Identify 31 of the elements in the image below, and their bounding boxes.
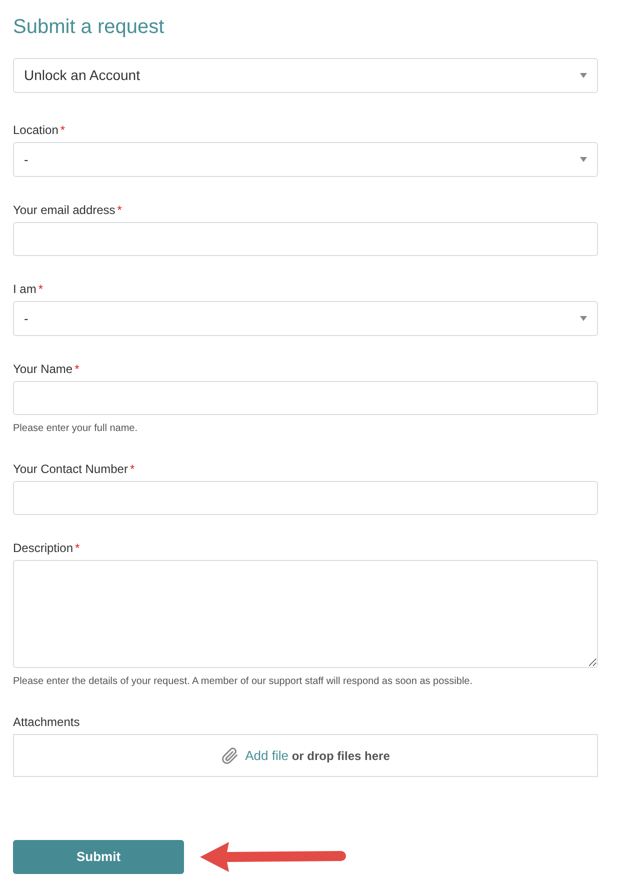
add-file-link[interactable]: Add file [245, 748, 288, 763]
page-title: Submit a request [13, 15, 166, 40]
field-label: Attachments [13, 714, 80, 731]
field-label: Your Name [13, 361, 73, 378]
input-field[interactable] [13, 222, 598, 256]
field-hint: Please enter your full name. [13, 422, 139, 436]
field-label: Description [13, 540, 74, 557]
caret-icon [580, 157, 587, 162]
field-label: Your email address [13, 202, 116, 219]
file-drop-zone[interactable]: Add file or drop files here [13, 734, 598, 777]
select-field[interactable]: Unlock an Account [13, 58, 598, 93]
field-label: Your Contact Number [13, 461, 128, 478]
required-mark: * [38, 281, 44, 298]
caret-icon [580, 73, 587, 78]
input-field[interactable] [13, 481, 598, 515]
caret-icon [580, 316, 587, 321]
select-field[interactable]: - [13, 301, 598, 336]
required-mark: * [75, 540, 80, 557]
field-label: Location [13, 122, 58, 139]
required-mark: * [117, 202, 122, 219]
required-mark: * [130, 461, 135, 478]
required-mark: * [60, 122, 66, 139]
drop-hint: or drop files here [290, 748, 390, 763]
paperclip-icon [221, 746, 240, 764]
submit-button[interactable]: Submit [13, 840, 184, 874]
input-field[interactable] [13, 381, 598, 415]
text-area[interactable] [13, 560, 598, 668]
select-field[interactable]: - [13, 142, 598, 177]
field-hint: Please enter the details of your request. A member of our support staff will respond as soon as possible. [13, 675, 474, 689]
required-mark: * [74, 361, 80, 378]
field-label: I am [13, 281, 36, 298]
